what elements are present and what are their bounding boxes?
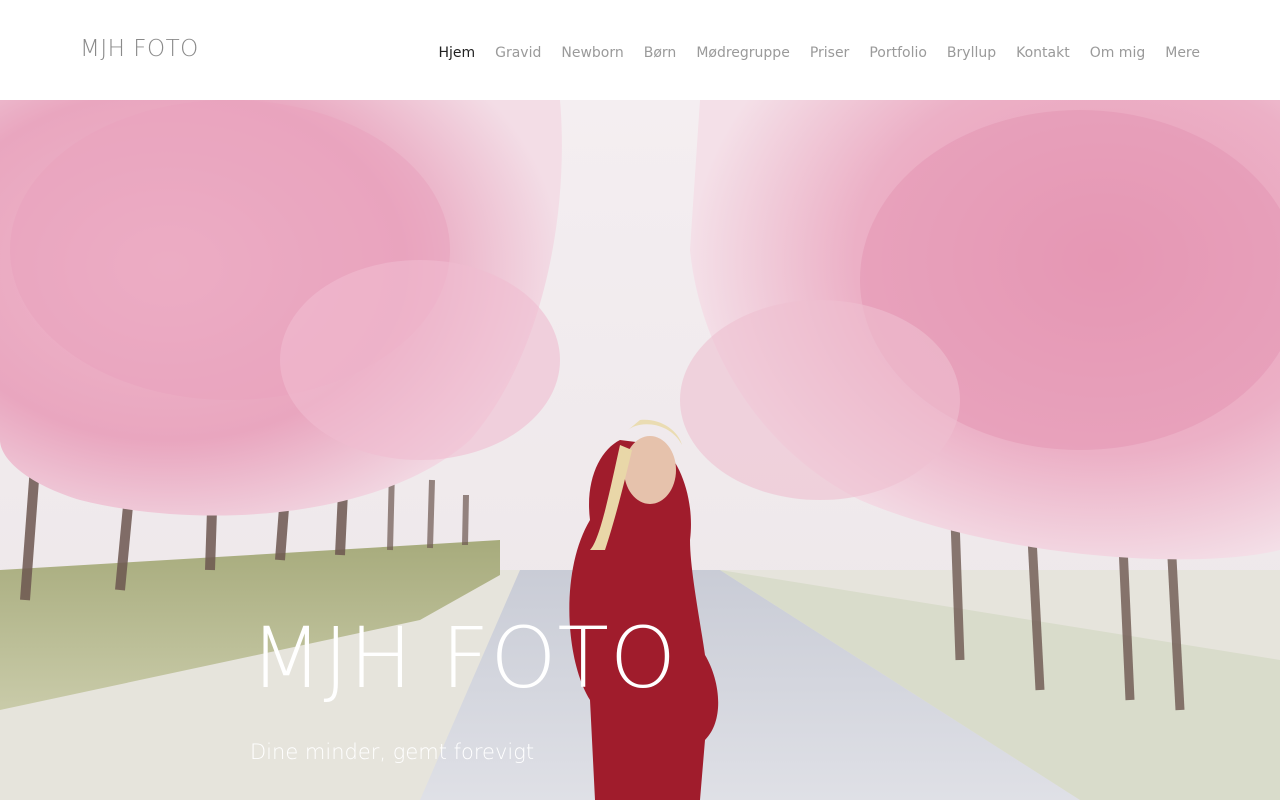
nav-item-born[interactable]: Børn: [634, 43, 687, 63]
nav-item-priser[interactable]: Priser: [800, 43, 860, 63]
nav-item-bryllup[interactable]: Bryllup: [937, 43, 1006, 63]
nav-item-portfolio[interactable]: Portfolio: [859, 43, 937, 63]
hero-section: MJH FOTO Dine minder, gemt forevigt: [0, 100, 1280, 800]
nav-item-modregruppe[interactable]: Mødregruppe: [686, 43, 800, 63]
nav-item-mere[interactable]: Mere: [1155, 43, 1210, 63]
nav-item-hjem[interactable]: Hjem: [428, 43, 485, 63]
site-logo[interactable]: MJH FOTO: [80, 36, 199, 62]
site-header: MJH FOTO Hjem Gravid Newborn Børn Mødreg…: [0, 0, 1280, 100]
main-nav: Hjem Gravid Newborn Børn Mødregruppe Pri…: [428, 43, 1210, 63]
nav-item-om-mig[interactable]: Om mig: [1080, 43, 1156, 63]
hero-title: MJH FOTO: [250, 609, 677, 707]
hero-subtitle: Dine minder, gemt forevigt: [250, 740, 535, 764]
nav-item-kontakt[interactable]: Kontakt: [1006, 43, 1080, 63]
nav-item-gravid[interactable]: Gravid: [485, 43, 551, 63]
nav-item-newborn[interactable]: Newborn: [551, 43, 633, 63]
